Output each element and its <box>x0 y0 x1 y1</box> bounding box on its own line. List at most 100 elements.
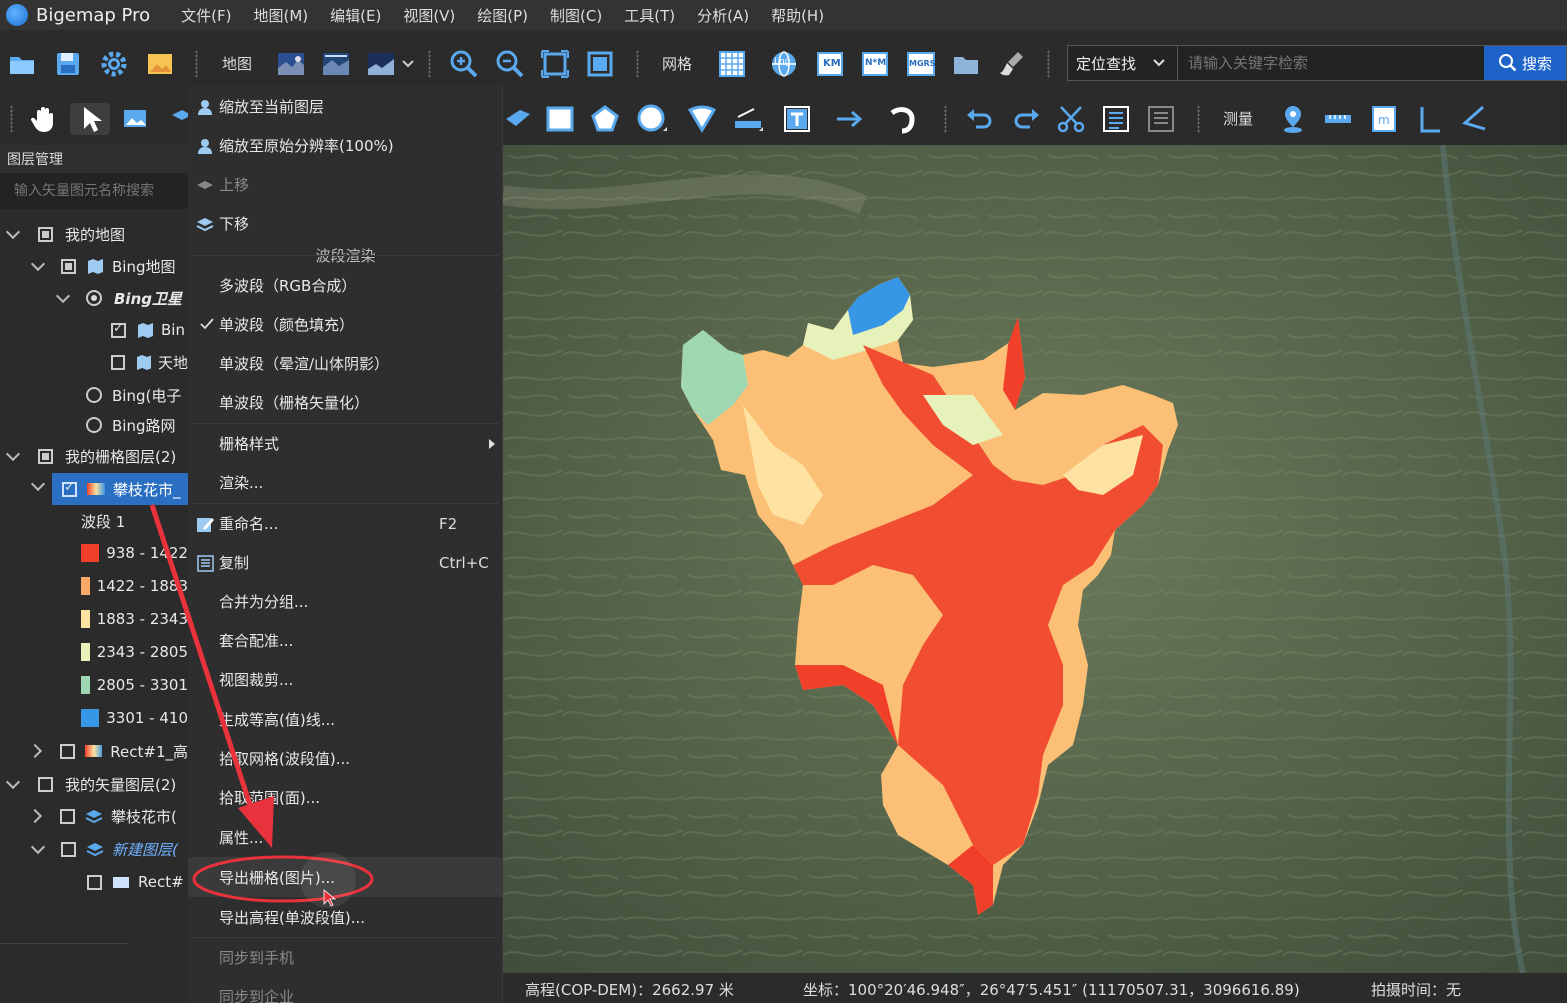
search-type-select[interactable]: 定位查找 <box>1068 46 1178 80</box>
menu-item-pick-range[interactable]: 拾取范围(面)... <box>188 778 503 817</box>
tree-row-my-map[interactable]: 我的地图 <box>0 218 188 250</box>
lnglat-grid-icon[interactable]: Lng <box>768 48 800 80</box>
menu-item-contour[interactable]: 生成等高(值)线... <box>188 700 503 739</box>
circle-draw-icon[interactable] <box>636 103 668 135</box>
tree-row-new-layer[interactable]: 新建图层( <box>0 833 188 865</box>
text-tool-icon[interactable] <box>781 103 813 135</box>
chevron-down-icon[interactable] <box>30 839 46 854</box>
radio-button[interactable] <box>86 387 102 403</box>
zoom-out-icon[interactable] <box>494 48 526 80</box>
measure-ruler-icon[interactable] <box>732 103 764 135</box>
radio-button[interactable] <box>86 417 102 433</box>
menu-item-sync-enterprise[interactable]: 同步到企业 <box>188 977 503 1003</box>
polygon-draw-icon[interactable] <box>589 103 621 135</box>
checkbox[interactable] <box>87 874 102 890</box>
measure-height-icon[interactable] <box>1414 103 1446 135</box>
tree-row-bing-road[interactable]: Bing路网 <box>0 409 188 441</box>
tree-row-panzhihua-vector[interactable]: 攀枝花市( <box>0 800 188 832</box>
checkbox[interactable] <box>60 808 75 824</box>
chevron-down-icon[interactable] <box>5 224 21 239</box>
redo-icon[interactable] <box>1010 103 1042 135</box>
tree-row-rect-elevation[interactable]: Rect#1_高 <box>0 735 188 767</box>
menu-item-render[interactable]: 渲染... <box>188 463 503 502</box>
menu-item-move-down[interactable]: 下移 <box>188 204 503 243</box>
search-input[interactable] <box>1178 54 1484 72</box>
menu-item-export-elevation[interactable]: 导出高程(单波段值)... <box>188 898 503 937</box>
menu-file[interactable]: 文件(F) <box>170 5 242 26</box>
zoom-in-icon[interactable] <box>448 48 480 80</box>
checkbox[interactable] <box>61 841 76 857</box>
tree-row-tianditu[interactable]: 天地 <box>0 346 188 378</box>
attribute-table-icon[interactable] <box>1145 103 1177 135</box>
checkbox[interactable] <box>61 258 76 274</box>
full-extent-icon[interactable] <box>584 48 616 80</box>
grid-icon[interactable] <box>716 48 748 80</box>
menu-item-move-up[interactable]: 上移 <box>188 165 503 204</box>
menu-item-raster-style[interactable]: 栅格样式 <box>188 424 503 463</box>
attribute-list-icon[interactable] <box>1100 103 1132 135</box>
clear-brush-icon[interactable] <box>996 48 1028 80</box>
image-icon[interactable] <box>144 48 176 80</box>
tree-row-rect[interactable]: Rect# <box>0 866 188 898</box>
menu-item-pick-grid[interactable]: 拾取网格(波段值)... <box>188 739 503 778</box>
menu-item-multi-band[interactable]: 多波段（RGB合成） <box>188 266 503 305</box>
menu-help[interactable]: 帮助(H) <box>760 5 835 26</box>
map-canvas[interactable] <box>503 145 1567 973</box>
satellite-map-icon[interactable] <box>275 48 307 80</box>
tree-row-bing-electronic[interactable]: Bing(电子 <box>0 379 188 411</box>
chevron-down-icon[interactable] <box>30 256 46 271</box>
layers-icon[interactable] <box>166 103 192 135</box>
menu-view[interactable]: 视图(V) <box>392 5 466 26</box>
menu-edit[interactable]: 编辑(E) <box>319 5 392 26</box>
search-button[interactable]: 搜索 <box>1484 46 1566 80</box>
checkbox[interactable] <box>38 776 53 792</box>
map-dropdown-chevron-down-icon[interactable] <box>398 48 418 80</box>
tree-row-panzhihua-raster[interactable]: 攀枝花市_ <box>52 473 188 505</box>
polyline-draw-icon[interactable] <box>503 103 535 135</box>
menu-item-zoom-current[interactable]: 缩放至当前图层 <box>188 87 503 126</box>
folder-grid-icon[interactable] <box>950 48 982 80</box>
menu-item-properties[interactable]: 属性... <box>188 818 503 857</box>
settings-gear-icon[interactable] <box>98 48 130 80</box>
menu-item-sync-phone[interactable]: 同步到手机 <box>188 938 503 977</box>
menu-map[interactable]: 地图(M) <box>242 5 319 26</box>
checkbox[interactable] <box>59 743 75 759</box>
chevron-right-icon[interactable] <box>27 808 43 824</box>
map-svg[interactable] <box>503 145 1567 973</box>
menu-item-single-vector[interactable]: 单波段（栅格矢量化） <box>188 383 503 422</box>
chevron-down-icon[interactable] <box>55 288 71 303</box>
mgrs-grid-icon[interactable]: MGRS <box>905 48 937 80</box>
dark-map-icon[interactable] <box>365 48 397 80</box>
chevron-down-icon[interactable] <box>30 476 46 492</box>
nm-grid-icon[interactable]: N*M <box>859 48 891 80</box>
menu-item-export-raster[interactable]: 导出栅格(图片)... <box>188 858 503 897</box>
image-select-icon[interactable] <box>120 103 152 135</box>
sector-draw-icon[interactable] <box>686 103 718 135</box>
menu-item-register[interactable]: 套合配准... <box>188 621 503 660</box>
menu-item-single-shade[interactable]: 单波段（晕渲/山体阴影） <box>188 344 503 383</box>
tree-row-bing-map[interactable]: Bing地图 <box>0 250 188 282</box>
menu-tools[interactable]: 工具(T) <box>613 5 686 26</box>
tree-row-bing-satellite[interactable]: Bing卫星 <box>0 282 188 314</box>
open-folder-icon[interactable] <box>6 48 38 80</box>
checkbox[interactable] <box>38 448 53 464</box>
measure-distance-icon[interactable] <box>1322 103 1354 135</box>
rectangle-draw-icon[interactable] <box>544 103 576 135</box>
layer-search-input[interactable] <box>0 173 188 209</box>
pan-hand-icon[interactable] <box>28 103 60 135</box>
menu-item-copy[interactable]: 复制 Ctrl+C <box>188 543 503 582</box>
zoom-extent-icon[interactable] <box>539 48 571 80</box>
cut-scissors-icon[interactable] <box>1055 103 1087 135</box>
undo-icon[interactable] <box>964 103 996 135</box>
menu-cartography[interactable]: 制图(C) <box>539 5 613 26</box>
checkbox[interactable] <box>111 354 125 370</box>
menu-item-single-color[interactable]: 单波段（颜色填充） <box>188 305 503 344</box>
menu-draw[interactable]: 绘图(P) <box>466 5 539 26</box>
chevron-down-icon[interactable] <box>5 446 21 461</box>
menu-item-zoom-native[interactable]: 缩放至原始分辨率(100%) <box>188 126 503 165</box>
menu-item-merge-group[interactable]: 合并为分组... <box>188 582 503 621</box>
save-icon[interactable] <box>52 48 84 80</box>
radio-button[interactable] <box>86 290 102 306</box>
tree-row-vector-layers[interactable]: 我的矢量图层(2) <box>0 768 188 800</box>
checkbox[interactable] <box>111 321 126 338</box>
